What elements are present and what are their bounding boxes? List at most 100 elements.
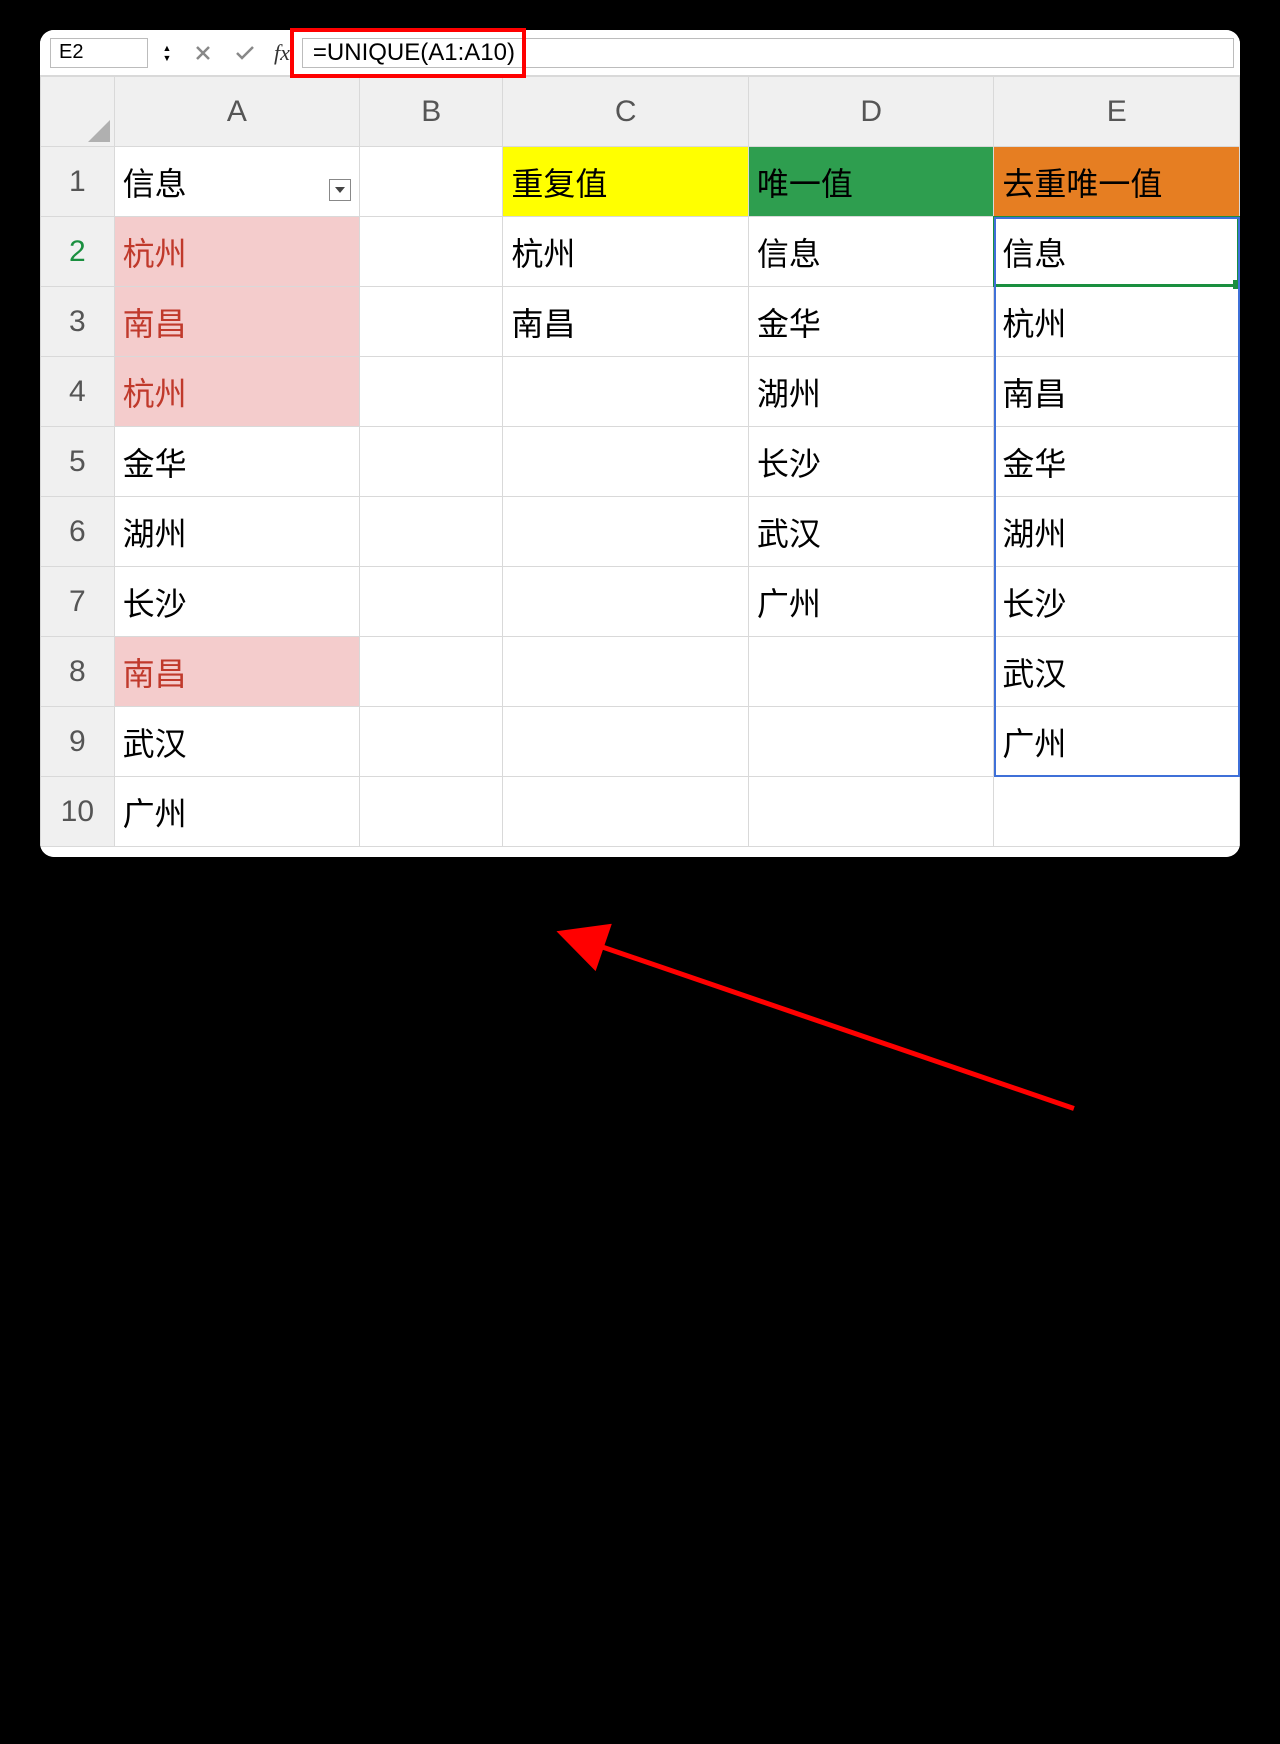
name-box-stepper[interactable]: ▲ ▼ bbox=[156, 38, 178, 68]
cell-D9[interactable] bbox=[748, 707, 994, 777]
row-header-2[interactable]: 2 bbox=[41, 217, 115, 287]
cell-B8[interactable] bbox=[360, 637, 503, 707]
grid-area: A B C D E 1信息重复值唯一值去重唯一值2杭州杭州信息信息3南昌南昌金华… bbox=[40, 76, 1240, 857]
cell-A5[interactable]: 金华 bbox=[114, 427, 360, 497]
cell-C2[interactable]: 杭州 bbox=[503, 217, 749, 287]
cell-D7[interactable]: 广州 bbox=[748, 567, 994, 637]
cell-E3[interactable]: 杭州 bbox=[994, 287, 1240, 357]
cell-C1[interactable]: 重复值 bbox=[503, 147, 749, 217]
cell-D6[interactable]: 武汉 bbox=[748, 497, 994, 567]
formula-input[interactable]: =UNIQUE(A1:A10) bbox=[302, 38, 1234, 68]
col-header-D[interactable]: D bbox=[748, 77, 994, 147]
cell-E9[interactable]: 广州 bbox=[994, 707, 1240, 777]
cell-D4[interactable]: 湖州 bbox=[748, 357, 994, 427]
formula-bar: E2 ▲ ▼ fx =UNIQUE(A1:A10) bbox=[40, 30, 1240, 76]
cell-value: 金华 bbox=[1002, 446, 1066, 482]
cell-value: 广州 bbox=[123, 796, 187, 832]
cell-E2[interactable]: 信息 bbox=[994, 217, 1240, 287]
cell-value: 武汉 bbox=[1002, 656, 1066, 692]
cell-value: 湖州 bbox=[757, 376, 821, 412]
cell-C10[interactable] bbox=[503, 777, 749, 847]
cell-value: 杭州 bbox=[123, 376, 187, 412]
cell-E4[interactable]: 南昌 bbox=[994, 357, 1240, 427]
cell-B7[interactable] bbox=[360, 567, 503, 637]
cell-value: 南昌 bbox=[1002, 376, 1066, 412]
cell-E1[interactable]: 去重唯一值 bbox=[994, 147, 1240, 217]
cell-A6[interactable]: 湖州 bbox=[114, 497, 360, 567]
cell-A3[interactable]: 南昌 bbox=[114, 287, 360, 357]
cell-C4[interactable] bbox=[503, 357, 749, 427]
cell-D5[interactable]: 长沙 bbox=[748, 427, 994, 497]
row-header-6[interactable]: 6 bbox=[41, 497, 115, 567]
cell-E10[interactable] bbox=[994, 777, 1240, 847]
cell-C7[interactable] bbox=[503, 567, 749, 637]
cell-value: 杭州 bbox=[1002, 306, 1066, 342]
row-header-9[interactable]: 9 bbox=[41, 707, 115, 777]
cell-E6[interactable]: 湖州 bbox=[994, 497, 1240, 567]
cell-value: 唯一值 bbox=[757, 166, 853, 202]
cell-value: 南昌 bbox=[123, 656, 187, 692]
cell-value: 杭州 bbox=[123, 236, 187, 272]
cell-D3[interactable]: 金华 bbox=[748, 287, 994, 357]
cell-C5[interactable] bbox=[503, 427, 749, 497]
filter-dropdown-icon[interactable] bbox=[329, 179, 351, 201]
cell-E7[interactable]: 长沙 bbox=[994, 567, 1240, 637]
cell-A7[interactable]: 长沙 bbox=[114, 567, 360, 637]
cell-D8[interactable] bbox=[748, 637, 994, 707]
cell-B2[interactable] bbox=[360, 217, 503, 287]
cell-value: 信息 bbox=[757, 236, 821, 272]
row-header-5[interactable]: 5 bbox=[41, 427, 115, 497]
name-box[interactable]: E2 bbox=[50, 38, 148, 68]
annotation-arrow bbox=[40, 857, 1280, 1744]
cell-C8[interactable] bbox=[503, 637, 749, 707]
cell-B3[interactable] bbox=[360, 287, 503, 357]
cell-value: 金华 bbox=[123, 446, 187, 482]
row-header-1[interactable]: 1 bbox=[41, 147, 115, 217]
col-header-B[interactable]: B bbox=[360, 77, 503, 147]
fx-icon[interactable]: fx bbox=[270, 40, 294, 66]
cell-value: 南昌 bbox=[511, 306, 575, 342]
row-header-10[interactable]: 10 bbox=[41, 777, 115, 847]
cell-A8[interactable]: 南昌 bbox=[114, 637, 360, 707]
row-header-4[interactable]: 4 bbox=[41, 357, 115, 427]
cell-C9[interactable] bbox=[503, 707, 749, 777]
row-header-7[interactable]: 7 bbox=[41, 567, 115, 637]
cell-D10[interactable] bbox=[748, 777, 994, 847]
row-header-3[interactable]: 3 bbox=[41, 287, 115, 357]
spreadsheet-grid[interactable]: A B C D E 1信息重复值唯一值去重唯一值2杭州杭州信息信息3南昌南昌金华… bbox=[40, 76, 1240, 847]
cell-value: 广州 bbox=[1002, 726, 1066, 762]
cancel-formula-button[interactable] bbox=[186, 38, 220, 68]
cell-value: 湖州 bbox=[1002, 516, 1066, 552]
cell-A1[interactable]: 信息 bbox=[114, 147, 360, 217]
cell-B5[interactable] bbox=[360, 427, 503, 497]
cell-B6[interactable] bbox=[360, 497, 503, 567]
cell-value: 南昌 bbox=[123, 306, 187, 342]
cell-E8[interactable]: 武汉 bbox=[994, 637, 1240, 707]
cell-C6[interactable] bbox=[503, 497, 749, 567]
cell-B9[interactable] bbox=[360, 707, 503, 777]
cell-C3[interactable]: 南昌 bbox=[503, 287, 749, 357]
col-header-C[interactable]: C bbox=[503, 77, 749, 147]
cell-B1[interactable] bbox=[360, 147, 503, 217]
cell-B10[interactable] bbox=[360, 777, 503, 847]
spreadsheet-window: E2 ▲ ▼ fx =UNIQUE(A1:A10) A B C bbox=[40, 30, 1240, 857]
cell-value: 金华 bbox=[757, 306, 821, 342]
cell-A10[interactable]: 广州 bbox=[114, 777, 360, 847]
col-header-A[interactable]: A bbox=[114, 77, 360, 147]
accept-formula-button[interactable] bbox=[228, 38, 262, 68]
cell-value: 重复值 bbox=[511, 166, 607, 202]
cell-value: 信息 bbox=[123, 166, 187, 202]
cell-E5[interactable]: 金华 bbox=[994, 427, 1240, 497]
cell-A9[interactable]: 武汉 bbox=[114, 707, 360, 777]
cell-value: 信息 bbox=[1002, 236, 1066, 272]
cell-A2[interactable]: 杭州 bbox=[114, 217, 360, 287]
cell-value: 杭州 bbox=[511, 236, 575, 272]
cell-D2[interactable]: 信息 bbox=[748, 217, 994, 287]
col-header-E[interactable]: E bbox=[994, 77, 1240, 147]
cell-value: 武汉 bbox=[757, 516, 821, 552]
cell-A4[interactable]: 杭州 bbox=[114, 357, 360, 427]
row-header-8[interactable]: 8 bbox=[41, 637, 115, 707]
cell-B4[interactable] bbox=[360, 357, 503, 427]
select-all-corner[interactable] bbox=[41, 77, 115, 147]
cell-D1[interactable]: 唯一值 bbox=[748, 147, 994, 217]
